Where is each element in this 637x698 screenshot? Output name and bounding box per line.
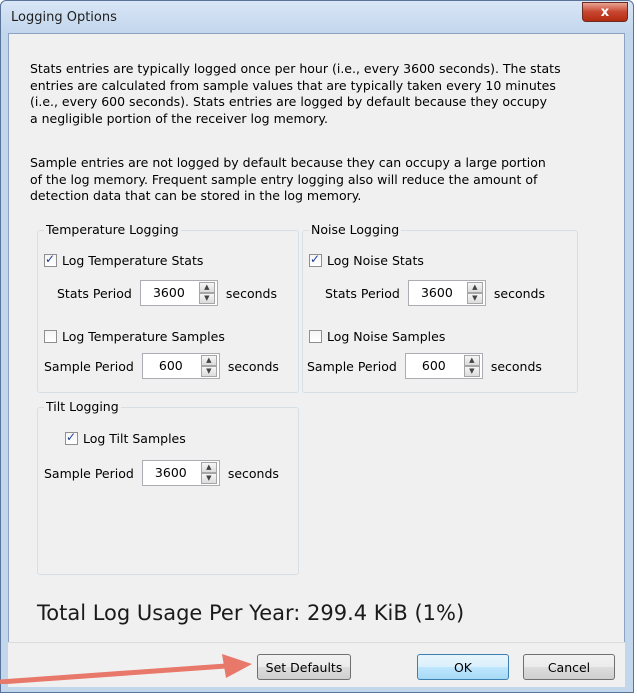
window-title: Logging Options — [11, 10, 117, 25]
spin-down-icon[interactable]: ▼ — [198, 293, 215, 304]
noise-sample-period-row: Sample Period 600 ▲ ▼ seconds — [307, 353, 542, 379]
unit-label: seconds — [227, 358, 279, 374]
dialog-window: Logging Options x Stats entries are typi… — [0, 0, 634, 693]
field-label: Sample Period — [307, 358, 397, 374]
unit-label: seconds — [225, 285, 277, 301]
tilt-sample-period-spinner[interactable]: 3600 ▲ ▼ — [141, 460, 220, 486]
checkbox-label: Log Temperature Stats — [62, 253, 204, 268]
unit-label: seconds — [493, 285, 545, 301]
checkbox-label: Log Noise Stats — [327, 253, 424, 268]
temperature-stats-period-spinner[interactable]: 3600 ▲ ▼ — [139, 280, 218, 306]
checkbox-checked-icon[interactable] — [309, 252, 322, 267]
description-line: detection data that can be stored in the… — [30, 188, 362, 203]
field-label: Sample Period — [44, 465, 134, 481]
arrow-pointer-icon — [0, 654, 252, 684]
group-title: Temperature Logging — [44, 222, 181, 237]
spin-up-icon[interactable]: ▲ — [463, 355, 480, 366]
description-line: of the log memory. Frequent sample entry… — [30, 171, 538, 187]
temperature-stats-period-row: Stats Period 3600 ▲ ▼ seconds — [57, 280, 277, 306]
checkbox-checked-icon[interactable] — [44, 252, 57, 267]
cancel-button[interactable]: Cancel — [523, 654, 615, 680]
spin-down-icon[interactable]: ▼ — [466, 293, 483, 304]
group-title: Tilt Logging — [44, 399, 121, 414]
log-noise-samples-checkbox[interactable]: Log Noise Samples — [309, 329, 445, 344]
title-bar[interactable]: Logging Options x — [1, 1, 633, 33]
spin-up-icon[interactable]: ▲ — [200, 355, 217, 366]
close-icon: x — [600, 4, 610, 20]
spin-down-icon[interactable]: ▼ — [200, 366, 217, 377]
checkbox-label: Log Tilt Samples — [83, 431, 186, 446]
temperature-sample-period-row: Sample Period 600 ▲ ▼ seconds — [44, 353, 279, 379]
log-temperature-samples-checkbox[interactable]: Log Temperature Samples — [44, 329, 225, 344]
ok-button[interactable]: OK — [417, 654, 509, 680]
spinner-value[interactable]: 600 — [406, 354, 462, 378]
unit-label: seconds — [490, 358, 542, 374]
noise-stats-period-spinner[interactable]: 3600 ▲ ▼ — [407, 280, 486, 306]
checkbox-label: Log Noise Samples — [327, 329, 446, 344]
spin-down-icon[interactable]: ▼ — [200, 473, 217, 484]
checkbox-checked-icon[interactable] — [65, 430, 78, 445]
stats-description: Stats entries are typically logged once … — [30, 61, 590, 127]
checkbox-unchecked-icon[interactable] — [309, 330, 322, 343]
noise-sample-period-spinner[interactable]: 600 ▲ ▼ — [404, 353, 483, 379]
log-noise-stats-checkbox[interactable]: Log Noise Stats — [309, 252, 424, 268]
checkbox-unchecked-icon[interactable] — [44, 330, 57, 343]
spinner-value[interactable]: 3600 — [409, 281, 465, 305]
field-label: Stats Period — [57, 285, 132, 301]
set-defaults-button[interactable]: Set Defaults — [257, 654, 351, 680]
spinner-value[interactable]: 600 — [143, 354, 199, 378]
noise-stats-period-row: Stats Period 3600 ▲ ▼ seconds — [325, 280, 545, 306]
description-line: Stats entries are typically logged once … — [30, 61, 561, 76]
tilt-sample-period-row: Sample Period 3600 ▲ ▼ seconds — [44, 460, 279, 486]
spin-up-icon[interactable]: ▲ — [200, 462, 217, 473]
samples-description: Sample entries are not logged by default… — [30, 155, 590, 205]
spin-up-icon[interactable]: ▲ — [198, 282, 215, 293]
spin-up-icon[interactable]: ▲ — [466, 282, 483, 293]
total-log-usage: Total Log Usage Per Year: 299.4 KiB (1%) — [37, 601, 465, 625]
spinner-value[interactable]: 3600 — [143, 461, 199, 485]
log-tilt-samples-checkbox[interactable]: Log Tilt Samples — [65, 430, 186, 446]
description-line: (i.e., every 600 seconds). Stats entries… — [30, 94, 547, 109]
spinner-value[interactable]: 3600 — [141, 281, 197, 305]
spin-down-icon[interactable]: ▼ — [463, 366, 480, 377]
log-temperature-stats-checkbox[interactable]: Log Temperature Stats — [44, 252, 204, 268]
checkbox-label: Log Temperature Samples — [62, 329, 225, 344]
description-line: a negligible portion of the receiver log… — [30, 110, 328, 126]
description-line: entries are calculated from sample value… — [30, 77, 556, 93]
temperature-sample-period-spinner[interactable]: 600 ▲ ▼ — [141, 353, 220, 379]
unit-label: seconds — [227, 465, 279, 481]
field-label: Sample Period — [44, 358, 134, 374]
description-line: Sample entries are not logged by default… — [30, 155, 546, 170]
group-title: Noise Logging — [309, 222, 402, 237]
field-label: Stats Period — [325, 285, 400, 301]
close-button[interactable]: x — [582, 2, 628, 22]
